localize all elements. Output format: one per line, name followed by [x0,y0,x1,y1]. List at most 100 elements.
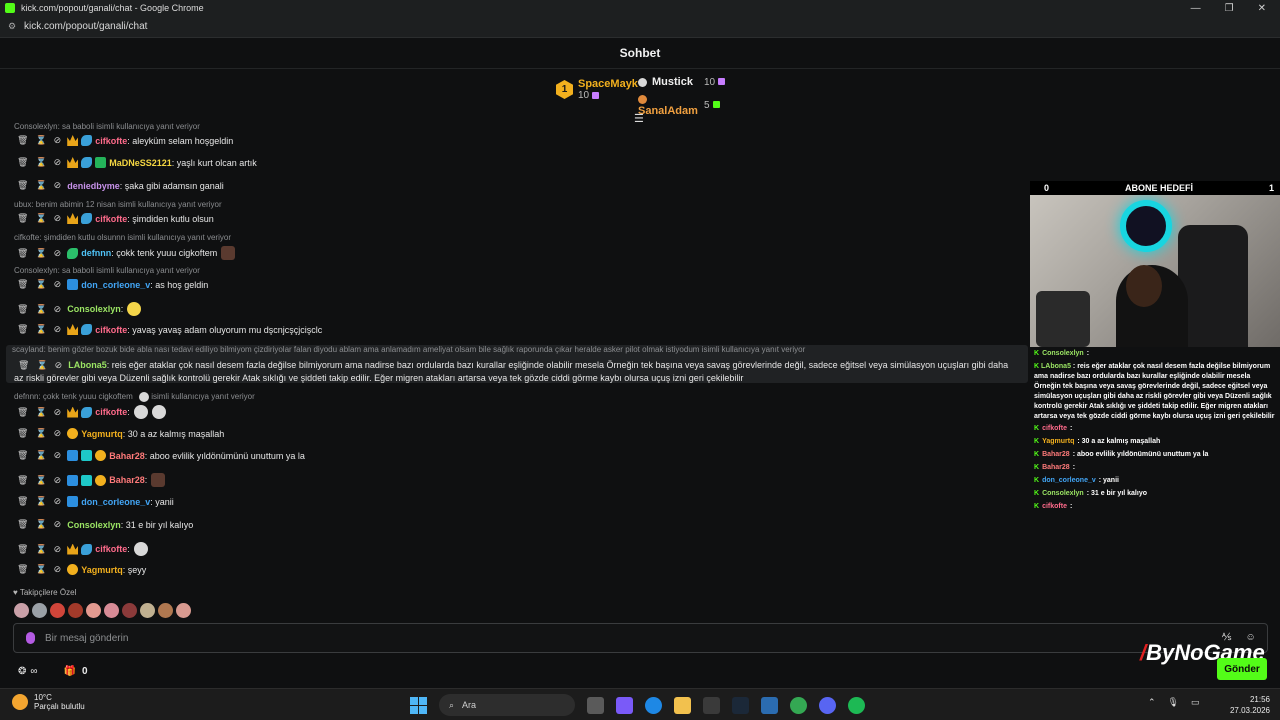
emote-icon[interactable] [176,603,191,618]
delete-icon[interactable]: 🗑 [17,407,28,418]
weather-widget[interactable]: 10°C Parçalı bulutlu [12,693,85,711]
username[interactable]: defnnn [81,248,111,258]
mic-icon[interactable] [26,632,35,644]
leaderboard-first[interactable]: 1 SpaceMayk 10 [556,78,638,101]
taskbar-search[interactable]: ⌕ Ara [439,694,575,716]
timeout-icon[interactable]: ⌛ [35,519,46,530]
leader-name[interactable]: Mustick [652,76,693,88]
emote-icon[interactable] [68,603,83,618]
username[interactable]: deniedbyme [67,181,120,191]
ban-icon[interactable]: ⊘ [54,157,62,168]
mod-tools[interactable]: 🗑 ⌛ ⊘ [17,248,61,259]
reply-context[interactable]: Consolexlyn: sa baboli isimli kullanıcıy… [14,266,200,275]
ban-icon[interactable]: ⊘ [54,519,62,530]
delete-icon[interactable]: 🗑 [17,428,28,439]
microphone-icon[interactable]: 🎙 [1168,697,1179,708]
timeout-icon[interactable]: ⌛ [35,248,46,259]
reply-context[interactable]: cifkofte: şimdiden kutlu olsunnn isimli … [14,233,231,242]
mod-tools[interactable]: 🗑 ⌛ ⊘ [17,304,61,315]
chevron-up-icon[interactable]: ⌃ [1148,697,1156,708]
chat-message-long[interactable]: 🗑 ⌛ ⊘ LAbona5: reis eğer ataklar çok nasıl … [14,359,1019,385]
chat-message[interactable]: 🗑 ⌛ ⊘ cifkofte: şimdiden kutlu olsun [0,213,1030,224]
emote-icon[interactable] [86,603,101,618]
delete-icon[interactable]: 🗑 [17,304,28,315]
chat-input-placeholder[interactable]: Bir mesaj gönderin [45,633,128,644]
emote-icon[interactable] [158,603,173,618]
delete-icon[interactable]: 🗑 [17,180,28,191]
chat-message[interactable]: 🗑 ⌛ ⊘ defnnn: çokk tenk yuuu cigkoftem [0,246,1030,260]
emote-icon[interactable] [14,603,29,618]
timeout-icon[interactable]: ⌛ [35,428,46,439]
ban-icon[interactable]: ⊘ [54,248,62,259]
emote-icon[interactable] [122,603,137,618]
chat-message[interactable]: 🗑 ⌛ ⊘ Yagmurtq: 30 a az kalmış maşallah [0,428,1030,439]
mod-tools[interactable]: 🗑 ⌛ ⊘ [17,407,61,418]
chat-message[interactable]: 🗑 ⌛ ⊘ cifkofte: [0,542,1030,556]
clock[interactable]: 21:56 27.03.2026 [1228,694,1270,716]
mod-tools[interactable]: 🗑 ⌛ ⊘ [17,135,61,146]
chat-message[interactable]: 🗑 ⌛ ⊘ don_corleone_v: yanii [0,496,1030,507]
username[interactable]: Yagmurtq [81,429,123,439]
username[interactable]: LAbona5 [68,360,107,370]
mod-tools[interactable]: 🗑 ⌛ ⊘ [17,324,61,335]
username[interactable]: Consolexlyn [67,304,121,314]
ban-icon[interactable]: ⊘ [55,359,63,372]
reply-context[interactable]: scayland: benim gözler bozuk bide abla n… [12,345,805,354]
ban-icon[interactable]: ⊘ [54,180,62,191]
restore-icon[interactable]: ❐ [1225,3,1234,14]
timeout-icon[interactable]: ⌛ [35,496,46,507]
chat-message[interactable]: 🗑 ⌛ ⊘ deniedbyme: şaka gibi adamsın ganali [0,180,1030,191]
timeout-icon[interactable]: ⌛ [35,544,46,555]
steam-icon[interactable] [732,696,749,714]
store-icon[interactable] [703,696,720,714]
timeout-icon[interactable]: ⌛ [35,157,46,168]
delete-icon[interactable]: 🗑 [17,519,28,530]
username[interactable]: Consolexlyn [67,520,121,530]
edge-icon[interactable] [645,696,662,714]
reply-context[interactable]: Consolexlyn: sa baboli isimli kullanıcıy… [14,122,200,131]
timeout-icon[interactable]: ⌛ [35,304,46,315]
mail-icon[interactable] [761,696,778,714]
ban-icon[interactable]: ⊘ [54,213,62,224]
emote-icon[interactable] [50,603,65,618]
mod-tools[interactable]: 🗑 ⌛ ⊘ [17,564,61,575]
delete-icon[interactable]: 🗑 [18,359,29,372]
chat-message[interactable]: 🗑 ⌛ ⊘ Consolexlyn: [0,302,1030,316]
ban-icon[interactable]: ⊘ [54,496,62,507]
url-text[interactable]: kick.com/popout/ganali/chat [24,21,147,32]
leader-name[interactable]: SanalAdam [638,105,698,117]
delete-icon[interactable]: 🗑 [17,135,28,146]
mod-tools[interactable]: 🗑 ⌛ ⊘ [17,213,61,224]
chat-message[interactable]: 🗑 ⌛ ⊘ Consolexlyn: 31 e bir yıl kalıyo [0,519,1030,530]
timeout-icon[interactable]: ⌛ [35,279,46,290]
delete-icon[interactable]: 🗑 [17,450,28,461]
task-view-icon[interactable] [587,696,604,714]
site-settings-icon[interactable]: ⚙ [6,21,18,32]
timeout-icon[interactable]: ⌛ [35,180,46,191]
timeout-icon[interactable]: ⌛ [35,135,46,146]
delete-icon[interactable]: 🗑 [17,544,28,555]
mod-tools[interactable]: 🗑 ⌛ ⊘ [17,279,61,290]
username[interactable]: cifkofte [95,136,127,146]
address-bar[interactable]: ⚙ kick.com/popout/ganali/chat [0,16,1280,38]
mod-tools[interactable]: 🗑 ⌛ ⊘ [17,519,61,530]
delete-icon[interactable]: 🗑 [17,324,28,335]
chat-message[interactable]: 🗑 ⌛ ⊘ cifkofte: aleyküm selam hoşgeldin [0,135,1030,146]
ban-icon[interactable]: ⊘ [54,279,62,290]
chat-message[interactable]: 🗑 ⌛ ⊘ MaDNeSS2121: yaşlı kurt olcan artık [0,157,1030,168]
username[interactable]: cifkofte [95,214,127,224]
username[interactable]: don_corleone_v [81,280,150,290]
send-button[interactable]: Gönder [1217,658,1267,680]
delete-icon[interactable]: 🗑 [17,475,28,486]
username[interactable]: cifkofte [95,407,127,417]
gift-box-icon[interactable]: 🎁 [64,666,76,677]
minimize-icon[interactable]: — [1191,3,1201,14]
mod-tools[interactable]: 🗑 ⌛ ⊘ [17,475,61,486]
username[interactable]: cifkofte [95,544,127,554]
ban-icon[interactable]: ⊘ [54,407,62,418]
chat-message[interactable]: 🗑 ⌛ ⊘ cifkofte: [0,405,1030,419]
ban-icon[interactable]: ⊘ [54,324,62,335]
mod-tools[interactable]: 🗑 ⌛ ⊘ [17,496,61,507]
ban-icon[interactable]: ⊘ [54,564,62,575]
timeout-icon[interactable]: ⌛ [35,324,46,335]
